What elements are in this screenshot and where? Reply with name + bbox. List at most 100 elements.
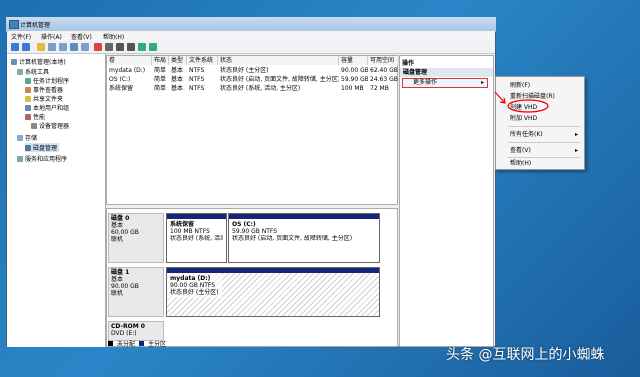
column-header[interactable]: 可用空间 xyxy=(368,56,399,65)
tree-item-services-apps[interactable]: 服务和应用程序 xyxy=(17,154,67,163)
performance-icon xyxy=(25,113,31,120)
partition-info: 100 MB NTFS xyxy=(170,228,210,235)
menu-help[interactable]: 帮助(H) xyxy=(103,32,124,41)
volume-name: mydata (D:) xyxy=(109,67,146,74)
tree-item-storage[interactable]: 存储 xyxy=(17,133,37,142)
tree-item-event-viewer[interactable]: 事件查看器 xyxy=(25,85,63,94)
volume-type: 基本 xyxy=(171,76,184,83)
cdrom-label[interactable]: CD-ROM 0 DVD (E:) xyxy=(108,321,164,341)
show-tree-icon[interactable] xyxy=(48,43,56,51)
tools-icon xyxy=(17,68,23,75)
up-folder-icon[interactable] xyxy=(37,43,45,51)
close-icon[interactable] xyxy=(94,43,102,51)
volume-layout: 简单 xyxy=(154,85,167,92)
users-icon xyxy=(25,104,31,111)
partition-name: mydata (D:) xyxy=(170,275,211,282)
volume-status: 状态良好 (主分区) xyxy=(220,67,269,74)
menu-view[interactable]: 查看(V) xyxy=(71,32,92,41)
actions-header: 操作 xyxy=(402,60,415,67)
volume-free: 72 MB xyxy=(370,85,389,92)
column-header[interactable]: 状态 xyxy=(218,56,339,65)
tree-item-shared-folders[interactable]: 共享文件夹 xyxy=(25,94,63,103)
tree-root-label: 计算机管理(本地) xyxy=(19,59,66,66)
tree-item-label: 共享文件夹 xyxy=(33,96,64,103)
watermark: 头条 @互联网上的小蜘蛛 xyxy=(446,347,605,363)
tree-item-device-manager[interactable]: 设备管理器 xyxy=(31,121,69,130)
menu-item-help[interactable]: 帮助(H) xyxy=(496,158,584,169)
partition-info: 90.00 GB NTFS xyxy=(170,282,216,289)
more-actions-label: 更多操作 xyxy=(413,79,438,86)
disk-0-label[interactable]: 磁盘 0 基本 60.00 GB 联机 xyxy=(108,213,164,263)
format-icon[interactable] xyxy=(149,43,157,51)
column-header[interactable]: 布局 xyxy=(152,56,169,65)
disk-name: 磁盘 1 xyxy=(111,269,130,276)
disk-1-label[interactable]: 磁盘 1 基本 90.00 GB 联机 xyxy=(108,267,164,317)
disk-size: 60.00 GB xyxy=(111,229,139,236)
tree-item-performance[interactable]: 性能 xyxy=(25,112,45,121)
column-header[interactable]: 容量 xyxy=(339,56,368,65)
volume-fs: NTFS xyxy=(189,67,205,74)
properties-icon[interactable] xyxy=(59,43,67,51)
clock-icon xyxy=(25,77,31,84)
search-icon[interactable] xyxy=(127,43,135,51)
partition-name: 系统保留 xyxy=(170,221,195,228)
disk-status: 联机 xyxy=(111,290,124,297)
disk-icon[interactable] xyxy=(138,43,146,51)
menu-item-all-tasks[interactable]: 所有任务(K) ▸ xyxy=(496,129,584,140)
volume-capacity: 90.00 GB xyxy=(341,67,368,74)
highlight-ellipse xyxy=(507,99,549,113)
navigation-tree: 计算机管理(本地) 系统工具 任务计划程序 事件查看器 共享文件夹 本地用户和组… xyxy=(7,54,106,347)
volume-layout: 简单 xyxy=(154,76,167,83)
annotation-overlay xyxy=(494,91,549,113)
partition-name: OS (C:) xyxy=(232,221,256,228)
tree-item-label: 事件查看器 xyxy=(33,87,64,94)
volume-name: 系统保留 xyxy=(109,85,134,92)
disk-type: 基本 xyxy=(111,276,124,283)
volume-fs: NTFS xyxy=(189,85,205,92)
disk-graph-view: 磁盘 0 基本 60.00 GB 联机 系统保留 100 MB NTFS 状态良… xyxy=(106,208,398,347)
view-icon[interactable] xyxy=(81,43,89,51)
primary-swatch xyxy=(139,341,145,346)
folder-open-icon[interactable] xyxy=(116,43,124,51)
tree-root[interactable]: 计算机管理(本地) xyxy=(11,57,66,66)
menu-action[interactable]: 操作(A) xyxy=(41,32,62,41)
tree-item-users-groups[interactable]: 本地用户和组 xyxy=(25,103,69,112)
more-actions-item[interactable]: 更多操作 ▸ xyxy=(402,78,488,88)
volume-capacity: 100 MB xyxy=(341,85,364,92)
help-icon[interactable] xyxy=(70,43,78,51)
menu-bar: 文件(F) 操作(A) 查看(V) 帮助(H) xyxy=(7,31,495,41)
checkbox-icon[interactable] xyxy=(105,43,113,51)
tree-item-disk-management[interactable]: 磁盘管理 xyxy=(25,143,60,152)
partition-os-c[interactable]: OS (C:) 59.90 GB NTFS 状态良好 (启动, 页面文件, 故障… xyxy=(228,213,380,263)
computer-icon xyxy=(11,58,17,65)
tree-item-label: 系统工具 xyxy=(25,69,50,76)
menu-item-view[interactable]: 查看(V) ▸ xyxy=(496,145,584,156)
menu-item-label: 所有任务(K) xyxy=(510,131,543,138)
volume-name: OS (C:) xyxy=(109,76,131,83)
volume-fs: NTFS xyxy=(189,76,205,83)
menu-item-label: 查看(V) xyxy=(510,147,531,154)
actions-section[interactable]: 磁盘管理 xyxy=(400,68,493,77)
volume-list: 卷 布局 类型 文件系统 状态 容量 可用空间 mydata (D:) 简单 基… xyxy=(106,55,399,205)
partition-mydata-d[interactable]: mydata (D:) 90.00 GB NTFS 状态良好 (主分区) xyxy=(166,267,380,317)
column-header[interactable]: 文件系统 xyxy=(187,56,218,65)
tree-item-system-tools[interactable]: 系统工具 xyxy=(17,67,49,76)
disk-status: 联机 xyxy=(111,236,124,243)
forward-icon[interactable] xyxy=(22,43,30,51)
column-header[interactable]: 类型 xyxy=(169,56,187,65)
disk-name: CD-ROM 0 xyxy=(111,323,145,330)
column-header[interactable]: 卷 xyxy=(107,56,152,65)
back-icon[interactable] xyxy=(11,43,19,51)
legend: 未分配 主分区 xyxy=(106,340,400,348)
tree-item-label: 性能 xyxy=(33,114,46,121)
tree-item-task-scheduler[interactable]: 任务计划程序 xyxy=(25,76,69,85)
partition-system-reserved[interactable]: 系统保留 100 MB NTFS 状态良好 (系统, 活动, 主 xyxy=(166,213,227,263)
disk-icon xyxy=(25,144,31,151)
legend-primary: 主分区 xyxy=(148,341,167,348)
legend-unallocated: 未分配 xyxy=(117,341,136,348)
partition-status: 状态良好 (启动, 页面文件, 故障转储, 主分区) xyxy=(232,235,353,242)
title-bar: 计算机管理 xyxy=(6,17,496,32)
menu-file[interactable]: 文件(F) xyxy=(11,32,31,41)
volume-status: 状态良好 (启动, 页面文件, 故障转储, 主分区) xyxy=(220,76,339,83)
volume-layout: 简单 xyxy=(154,67,167,74)
